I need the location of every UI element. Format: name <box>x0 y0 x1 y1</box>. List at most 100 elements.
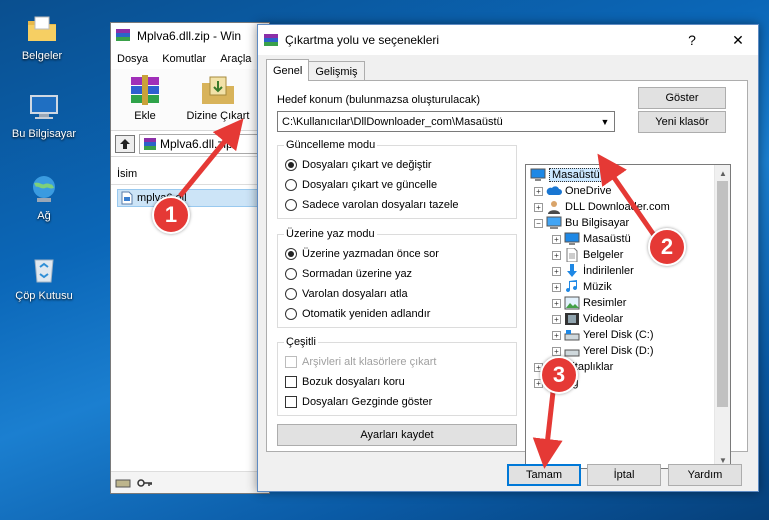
show-button[interactable]: Göster <box>638 87 726 109</box>
tree-node-user[interactable]: + DLL Downloader.com <box>534 199 670 215</box>
folder-tree[interactable]: Masaüstü + OneDrive + DLL Downloader.com… <box>525 164 731 469</box>
checkbox[interactable] <box>285 376 297 388</box>
desktop-icon-this-pc[interactable]: Bu Bilgisayar <box>4 90 84 140</box>
add-button[interactable]: Ekle <box>117 73 173 126</box>
tree-node-music[interactable]: + Müzik <box>552 279 612 295</box>
expand-icon[interactable]: + <box>552 250 561 260</box>
winrar-path-box[interactable]: Mplva6.dll.zip <box>139 133 265 154</box>
dialog-title-bar[interactable]: Çıkartma yolu ve seçenekleri ? ✕ <box>258 25 758 55</box>
scroll-thumb[interactable] <box>717 181 728 407</box>
extract-folder-icon <box>198 73 238 107</box>
dialog-tabs: Genel Gelişmiş <box>266 59 365 81</box>
help-button[interactable]: Yardım <box>668 464 742 486</box>
tree-node-documents[interactable]: + Belgeler <box>552 247 623 263</box>
menu-item-commands[interactable]: Komutlar <box>162 53 206 65</box>
scroll-up-icon[interactable]: ▲ <box>715 165 730 181</box>
expand-icon[interactable]: + <box>534 202 543 212</box>
expand-icon[interactable]: + <box>552 314 561 324</box>
desktop-icon-label: Bu Bilgisayar <box>11 128 77 140</box>
radio-button[interactable] <box>285 199 297 211</box>
key-icon <box>137 478 152 487</box>
extract-dialog: Çıkartma yolu ve seçenekleri ? ✕ Genel G… <box>257 24 759 492</box>
computer-icon <box>546 216 562 229</box>
tree-scrollbar[interactable]: ▲ ▼ <box>714 165 730 468</box>
desktop-icon-network[interactable]: Ağ <box>4 172 84 222</box>
archive-books-icon <box>125 73 165 107</box>
tab-general[interactable]: Genel <box>266 59 310 81</box>
radio-skip-existing[interactable]: Varolan dosyaları atla <box>285 288 408 300</box>
tree-node-desktop[interactable]: Masaüstü <box>530 167 603 183</box>
radio-ask-before-overwrite[interactable]: Üzerine yazmadan önce sor <box>285 248 439 260</box>
radio-overwrite-without-prompt[interactable]: Sormadan üzerine yaz <box>285 268 412 280</box>
drive-icon <box>564 349 580 357</box>
expand-icon[interactable]: + <box>552 298 561 308</box>
recycle-bin-icon <box>27 252 61 286</box>
menu-item-file[interactable]: Dosya <box>117 53 148 65</box>
up-folder-button[interactable] <box>115 134 135 153</box>
cloud-icon <box>546 186 562 195</box>
annotation-badge-3: 3 <box>540 356 578 394</box>
radio-button[interactable] <box>285 288 297 300</box>
winrar-pathbar: Mplva6.dll.zip <box>111 131 269 157</box>
radio-button[interactable] <box>285 308 297 320</box>
tree-node-this-pc[interactable]: − Bu Bilgisayar <box>534 215 629 231</box>
tree-node-onedrive[interactable]: + OneDrive <box>534 183 611 199</box>
column-header-name[interactable]: İsim <box>111 163 269 185</box>
extract-to-button[interactable]: Dizine Çıkart <box>181 73 255 126</box>
option-label: Arşivleri alt klasörlere çıkart <box>302 356 437 368</box>
desktop-icon-label: Ağ <box>37 210 51 222</box>
desktop-icon-recycle-bin[interactable]: Çöp Kutusu <box>4 252 84 302</box>
collapse-icon[interactable]: − <box>534 218 543 228</box>
option-label: Dosyaları Gezginde göster <box>302 396 433 408</box>
close-button[interactable]: ✕ <box>718 25 758 55</box>
drive-icon <box>564 330 580 341</box>
add-label: Ekle <box>134 110 156 122</box>
help-title-button[interactable]: ? <box>672 25 712 55</box>
expand-icon[interactable]: + <box>534 186 543 196</box>
tab-advanced[interactable]: Gelişmiş <box>308 61 365 81</box>
radio-button[interactable] <box>285 268 297 280</box>
desktop-icon-documents[interactable]: Belgeler <box>2 12 82 62</box>
destination-path-combo[interactable]: C:\Kullanıcılar\DllDownloader_com\Masaüs… <box>277 111 615 132</box>
tree-node-disk-d[interactable]: + Yerel Disk (D:) <box>552 343 654 359</box>
tree-node-pc-desktop[interactable]: + Masaüstü <box>552 231 631 247</box>
expand-icon[interactable]: + <box>552 330 561 340</box>
archive-icon <box>144 137 156 150</box>
radio-button[interactable] <box>285 179 297 191</box>
cancel-button[interactable]: İptal <box>587 464 661 486</box>
winrar-title-bar[interactable]: Mplva6.dll.zip - Win <box>111 23 269 49</box>
check-keep-broken-files[interactable]: Bozuk dosyaları koru <box>285 376 405 388</box>
checkbox[interactable] <box>285 396 297 408</box>
video-icon <box>565 313 579 325</box>
check-show-in-explorer[interactable]: Dosyaları Gezginde göster <box>285 396 432 408</box>
tree-node-downloads[interactable]: + İndirilenler <box>552 263 634 279</box>
tree-node-pictures[interactable]: + Resimler <box>552 295 626 311</box>
expand-icon[interactable]: + <box>552 266 561 276</box>
option-label: Varolan dosyaları atla <box>302 288 408 300</box>
radio-auto-rename[interactable]: Otomatik yeniden adlandır <box>285 308 430 320</box>
music-icon <box>566 280 578 293</box>
computer-icon <box>27 90 61 124</box>
ok-button[interactable]: Tamam <box>507 464 581 486</box>
overwrite-mode-title: Üzerine yaz modu <box>284 228 377 240</box>
radio-extract-replace[interactable]: Dosyaları çıkart ve değiştir <box>285 159 432 171</box>
tree-node-disk-c[interactable]: + Yerel Disk (C:) <box>552 327 654 343</box>
annotation-badge-2: 2 <box>648 228 686 266</box>
radio-button[interactable] <box>285 248 297 260</box>
desktop-icon-label: Çöp Kutusu <box>15 290 73 302</box>
save-settings-button[interactable]: Ayarları kaydet <box>277 424 517 446</box>
file-row[interactable]: mplva6.dll <box>117 189 263 207</box>
winrar-app-icon <box>115 27 131 46</box>
expand-icon[interactable]: + <box>552 346 561 356</box>
radio-extract-update[interactable]: Dosyaları çıkart ve güncelle <box>285 179 437 191</box>
chevron-down-icon[interactable]: ▼ <box>596 112 614 131</box>
radio-button[interactable] <box>285 159 297 171</box>
dialog-title: Çıkartma yolu ve seçenekleri <box>285 33 440 47</box>
option-label: Otomatik yeniden adlandır <box>302 308 431 320</box>
tree-node-videos[interactable]: + Videolar <box>552 311 623 327</box>
new-folder-button[interactable]: Yeni klasör <box>638 111 726 133</box>
expand-icon[interactable]: + <box>552 234 561 244</box>
expand-icon[interactable]: + <box>552 282 561 292</box>
radio-freshen-existing[interactable]: Sadece varolan dosyaları tazele <box>285 199 459 211</box>
menu-item-tools[interactable]: Araçla <box>220 53 251 65</box>
